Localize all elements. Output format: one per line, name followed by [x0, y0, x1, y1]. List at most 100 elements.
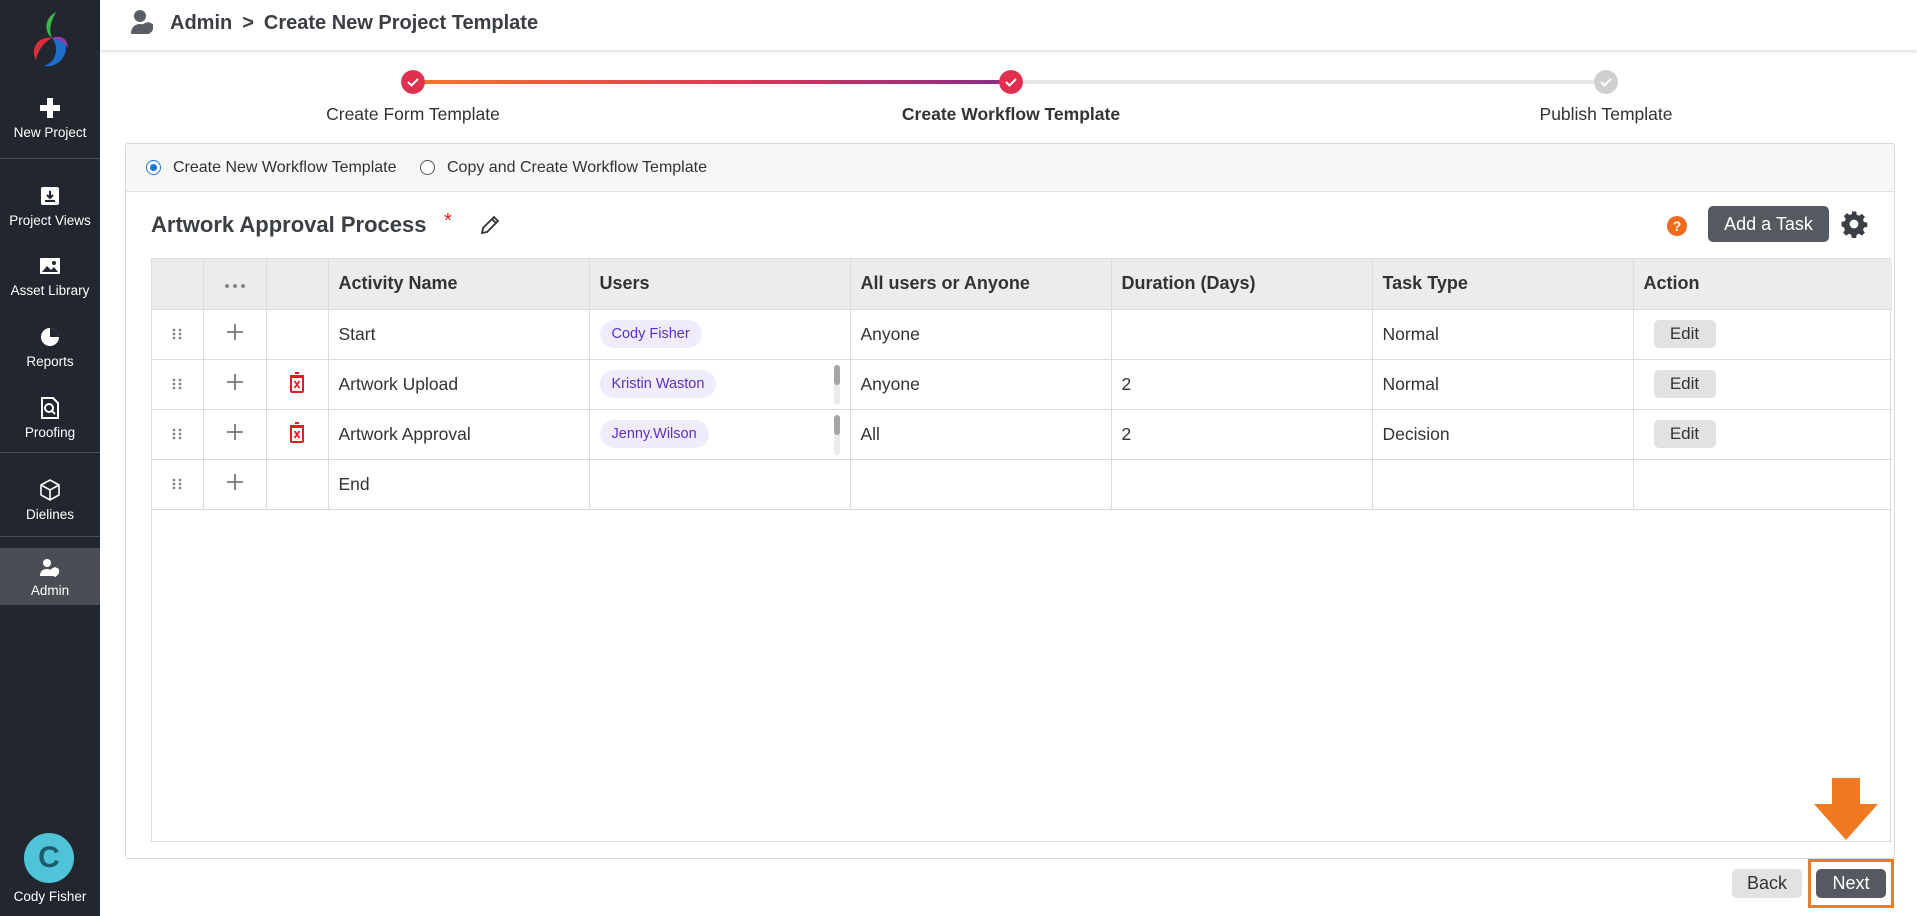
nav-label: Admin: [30, 583, 70, 598]
add-row-icon[interactable]: [225, 372, 245, 392]
admin-user-icon: [131, 10, 153, 34]
radio-create-new[interactable]: [146, 160, 161, 175]
user-chip[interactable]: Kristin Waston: [599, 370, 717, 398]
drag-handle-icon[interactable]: [172, 378, 182, 390]
activity-name: Artwork Approval: [328, 409, 590, 460]
task-type: Normal: [1372, 309, 1634, 360]
activity-name: Artwork Upload: [328, 359, 590, 410]
avatar[interactable]: C: [24, 833, 74, 883]
sidebar: New Project Project Views Asset Library …: [0, 0, 100, 916]
delete-cell-empty: [266, 459, 329, 510]
down-arrow-indicator-icon: [1814, 778, 1878, 840]
page-header: Admin > Create New Project Template: [100, 0, 1917, 50]
action-empty: [1633, 459, 1892, 510]
nav-dielines[interactable]: Dielines: [0, 478, 100, 522]
task-type: Decision: [1372, 409, 1634, 460]
col-more[interactable]: [203, 259, 267, 310]
workflow-card: Create New Workflow Template Copy and Cr…: [125, 143, 1895, 859]
project-views-icon: [41, 187, 59, 205]
step-1-check-icon: [401, 70, 425, 94]
col-action: Action: [1633, 259, 1892, 310]
nav-label: Proofing: [24, 425, 76, 440]
workflow-title: Artwork Approval Process: [151, 212, 427, 237]
nav-label: Project Views: [9, 213, 91, 228]
duration: [1111, 459, 1373, 510]
nav-label: Reports: [26, 354, 74, 369]
drag-handle-icon[interactable]: [172, 478, 182, 490]
assignment: All: [850, 409, 1112, 460]
app-logo[interactable]: [26, 8, 74, 72]
proofing-icon: [41, 397, 59, 419]
gear-icon[interactable]: [1839, 209, 1869, 239]
table-row: End: [152, 459, 1892, 510]
col-assignment: All users or Anyone: [850, 259, 1112, 310]
image-icon: [40, 258, 60, 274]
activity-name: Start: [328, 309, 590, 360]
table-row: Start Cody Fisher Anyone Normal Edit: [152, 309, 1892, 360]
nav-asset-library[interactable]: Asset Library: [0, 254, 100, 298]
back-button[interactable]: Back: [1732, 869, 1802, 898]
users-scrollbar[interactable]: [833, 364, 840, 405]
col-drag: [152, 259, 204, 310]
step-2-label: Create Workflow Template: [901, 104, 1121, 124]
drag-handle-icon[interactable]: [172, 328, 182, 340]
plus-icon: [40, 98, 60, 118]
activity-name: End: [328, 459, 590, 510]
add-row-icon[interactable]: [225, 322, 245, 342]
nav-label: Dielines: [25, 507, 75, 522]
task-type: Normal: [1372, 359, 1634, 410]
add-task-button[interactable]: Add a Task: [1708, 206, 1829, 242]
user-chip[interactable]: Cody Fisher: [599, 320, 702, 348]
assignment: Anyone: [850, 359, 1112, 410]
table-row: Artwork Upload Kristin Waston Anyone 2 N…: [152, 359, 1892, 410]
col-activity-name: Activity Name: [328, 259, 590, 310]
nav-label: New Project: [13, 125, 87, 140]
step-progress-line: [413, 80, 1011, 84]
table-row: Artwork Approval Jenny.Wilson All 2 Deci…: [152, 409, 1892, 460]
nav-project-views[interactable]: Project Views: [0, 184, 100, 228]
col-duration: Duration (Days): [1111, 259, 1373, 310]
drag-handle-icon[interactable]: [172, 428, 182, 440]
users-scrollbar[interactable]: [833, 414, 840, 455]
users-empty: [589, 459, 851, 510]
more-dots-icon[interactable]: [223, 283, 247, 289]
breadcrumb-admin[interactable]: Admin: [170, 12, 232, 34]
page-title: Create New Project Template: [263, 12, 539, 34]
delete-icon[interactable]: [287, 370, 307, 394]
pie-chart-icon: [41, 328, 59, 346]
user-chip[interactable]: Jenny.Wilson: [599, 420, 709, 448]
radio-copy-create[interactable]: [420, 160, 435, 175]
duration: 2: [1111, 359, 1373, 410]
radio-copy-create-label[interactable]: Copy and Create Workflow Template: [447, 159, 707, 177]
step-1-label: Create Form Template: [326, 104, 500, 124]
nav-new-project[interactable]: New Project: [0, 96, 100, 140]
step-pending-line: [1011, 80, 1605, 84]
delete-icon[interactable]: [287, 420, 307, 444]
box-icon: [40, 479, 60, 501]
task-type: [1372, 459, 1634, 510]
col-users: Users: [589, 259, 851, 310]
add-row-icon[interactable]: [225, 422, 245, 442]
add-row-icon[interactable]: [225, 472, 245, 492]
table-header-row: Activity Name Users All users or Anyone …: [152, 259, 1892, 310]
next-button[interactable]: Next: [1816, 869, 1886, 898]
duration: 2: [1111, 409, 1373, 460]
nav-admin[interactable]: Admin: [0, 548, 100, 605]
assignment: Anyone: [850, 309, 1112, 360]
nav-divider: [0, 452, 100, 453]
step-3-check-icon: [1594, 70, 1618, 94]
template-mode-bar: Create New Workflow Template Copy and Cr…: [126, 144, 1894, 192]
radio-create-new-label[interactable]: Create New Workflow Template: [173, 159, 397, 177]
edit-button[interactable]: Edit: [1653, 320, 1716, 348]
help-icon[interactable]: ?: [1667, 216, 1687, 236]
breadcrumb: Admin > Create New Project Template: [170, 12, 548, 35]
nav-proofing[interactable]: Proofing: [0, 396, 100, 440]
edit-button[interactable]: Edit: [1653, 420, 1716, 448]
edit-pencil-icon[interactable]: [479, 214, 501, 236]
nav-divider: [0, 158, 100, 159]
breadcrumb-separator: >: [242, 12, 254, 34]
step-2-check-icon: [999, 70, 1023, 94]
nav-divider: [0, 536, 100, 537]
edit-button[interactable]: Edit: [1653, 370, 1716, 398]
nav-reports[interactable]: Reports: [0, 325, 100, 369]
